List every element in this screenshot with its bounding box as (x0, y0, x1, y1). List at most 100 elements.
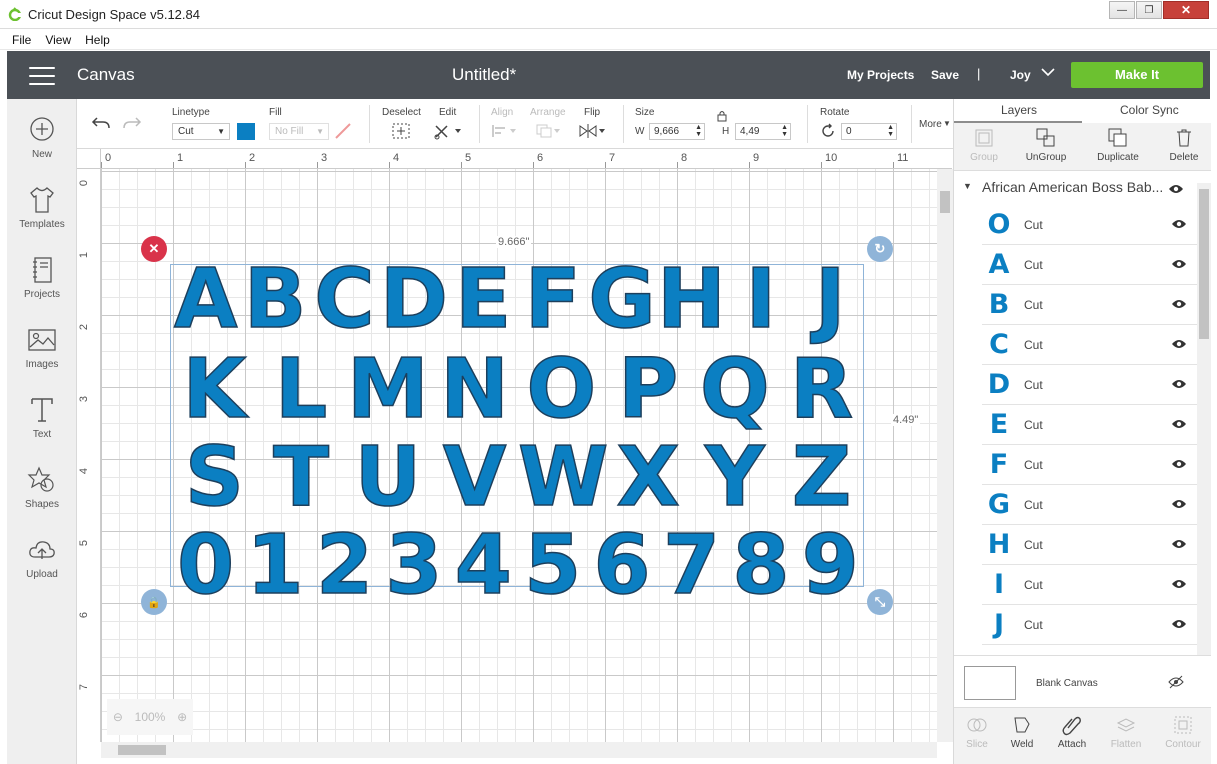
sidebar-item-upload[interactable]: Upload (7, 535, 77, 580)
sidebar-item-images[interactable]: Images (7, 325, 77, 370)
eye-icon[interactable] (1171, 298, 1187, 310)
no-fill-swatch-icon[interactable] (334, 122, 352, 140)
layer-group-row[interactable]: ▼ African American Boss Bab... (954, 175, 1197, 201)
canvas-glyph[interactable]: W (517, 436, 609, 520)
layer-row[interactable]: O Cut (982, 205, 1197, 245)
eye-icon[interactable] (1171, 338, 1187, 350)
canvas-glyph[interactable]: R (778, 348, 865, 432)
canvas-glyph[interactable]: L (258, 348, 345, 432)
my-projects-link[interactable]: My Projects (847, 68, 914, 82)
layer-row[interactable]: D Cut (982, 365, 1197, 405)
more-caret-icon[interactable]: ▼ (943, 119, 951, 128)
canvas-glyph[interactable]: 4 (449, 524, 518, 608)
eye-hidden-icon[interactable] (1168, 675, 1184, 689)
close-window-button[interactable]: ✕ (1163, 1, 1209, 19)
delete-button[interactable]: Delete (1154, 127, 1214, 163)
arrange-icon[interactable] (535, 123, 563, 139)
canvas-glyph[interactable]: S (171, 436, 258, 520)
blank-canvas-swatch[interactable] (964, 666, 1016, 700)
eye-icon[interactable] (1171, 418, 1187, 430)
layer-row[interactable]: H Cut (982, 525, 1197, 565)
eye-icon[interactable] (1171, 218, 1187, 230)
zoom-out-icon[interactable]: ⊖ (113, 710, 123, 724)
attach-button[interactable]: Attach (1046, 714, 1098, 750)
zoom-in-icon[interactable]: ⊕ (177, 710, 187, 724)
eye-icon[interactable] (1171, 458, 1187, 470)
save-button[interactable]: Save (931, 68, 959, 82)
eye-icon[interactable] (1171, 578, 1187, 590)
sidebar-item-projects[interactable]: Projects (7, 255, 77, 300)
chevron-down-icon[interactable] (1041, 65, 1055, 79)
eye-icon[interactable] (1168, 183, 1184, 195)
group-button[interactable]: Group (954, 127, 1014, 163)
canvas-glyph[interactable]: T (258, 436, 345, 520)
align-icon[interactable] (491, 123, 519, 139)
canvas-glyph[interactable]: X (605, 436, 692, 520)
more-button[interactable]: More (919, 119, 942, 130)
blank-canvas-row[interactable]: Blank Canvas (954, 655, 1211, 707)
canvas-glyph[interactable]: C (310, 258, 379, 342)
canvas-glyph[interactable]: 3 (379, 524, 448, 608)
canvas-glyph[interactable]: 9 (796, 524, 865, 608)
canvas-glyph[interactable]: K (171, 348, 258, 432)
sidebar-item-templates[interactable]: Templates (7, 185, 77, 230)
canvas-glyph[interactable]: I (726, 258, 795, 342)
canvas-glyph[interactable]: O (518, 348, 605, 432)
resize-handle-icon[interactable]: ⤡ (867, 589, 893, 615)
flip-icon[interactable] (578, 123, 608, 139)
layer-row[interactable]: J Cut (982, 605, 1197, 645)
weld-button[interactable]: Weld (996, 714, 1048, 750)
sidebar-item-shapes[interactable]: Shapes (7, 465, 77, 510)
canvas-glyph[interactable]: A (171, 258, 240, 342)
eye-icon[interactable] (1171, 378, 1187, 390)
rotate-handle-icon[interactable]: ↻ (867, 236, 893, 262)
canvas-glyph[interactable]: 7 (657, 524, 726, 608)
fill-select[interactable]: No Fill ▼ (269, 123, 329, 140)
caret-down-icon[interactable]: ▼ (963, 181, 972, 191)
deselect-icon[interactable] (391, 122, 411, 140)
undo-icon[interactable] (91, 114, 111, 132)
canvas-glyph[interactable]: 2 (310, 524, 379, 608)
width-input[interactable]: 9,666 ▲ ▼ (649, 123, 705, 140)
design-canvas[interactable]: 9.666" 4.49" ✕ ↻ 🔒 ⤡ ⊖ 100% ⊕ ABCDEFGHIJ… (101, 169, 937, 742)
eye-icon[interactable] (1171, 258, 1187, 270)
canvas-glyph[interactable]: M (345, 348, 432, 432)
linetype-select[interactable]: Cut ▼ (172, 123, 230, 140)
canvas-glyph[interactable]: E (449, 258, 518, 342)
lock-handle-icon[interactable]: 🔒 (141, 589, 167, 615)
canvas-glyph[interactable]: Y (692, 436, 779, 520)
layers-scrollbar[interactable] (1197, 183, 1211, 655)
canvas-glyph[interactable]: B (240, 258, 309, 342)
layer-row[interactable]: I Cut (982, 565, 1197, 605)
lock-icon[interactable] (716, 110, 728, 122)
eye-icon[interactable] (1171, 618, 1187, 630)
user-menu[interactable]: Joy (1010, 68, 1031, 82)
contour-button[interactable]: Contour (1157, 714, 1209, 750)
menu-help[interactable]: Help (85, 33, 110, 47)
canvas-glyph[interactable]: V (431, 436, 518, 520)
canvas-glyph[interactable]: N (431, 348, 518, 432)
tab-color-sync[interactable]: Color Sync (1120, 103, 1179, 117)
canvas-glyph[interactable]: 8 (726, 524, 795, 608)
edit-tools-icon[interactable] (433, 122, 463, 140)
canvas-horizontal-scrollbar[interactable] (101, 742, 937, 758)
layer-row[interactable]: E Cut (982, 405, 1197, 445)
hamburger-menu-icon[interactable] (29, 67, 55, 85)
sidebar-item-text[interactable]: Text (7, 395, 77, 440)
duplicate-button[interactable]: Duplicate (1088, 127, 1148, 163)
rotate-input[interactable]: 0 ▲ ▼ (841, 123, 897, 140)
height-input[interactable]: 4,49 ▲ ▼ (735, 123, 791, 140)
redo-icon[interactable] (122, 114, 142, 132)
eye-icon[interactable] (1171, 538, 1187, 550)
canvas-glyph[interactable]: H (656, 258, 726, 342)
canvas-glyph[interactable]: Z (778, 436, 865, 520)
delete-handle-icon[interactable]: ✕ (141, 236, 167, 262)
canvas-glyph[interactable]: 6 (587, 524, 656, 608)
canvas-glyph[interactable]: 0 (171, 524, 240, 608)
menu-view[interactable]: View (45, 33, 71, 47)
canvas-glyph[interactable]: J (796, 258, 865, 342)
ungroup-button[interactable]: UnGroup (1016, 127, 1076, 163)
make-it-button[interactable]: Make It (1071, 62, 1203, 88)
canvas-glyph[interactable]: F (518, 258, 587, 342)
linetype-color-swatch[interactable] (237, 123, 255, 140)
